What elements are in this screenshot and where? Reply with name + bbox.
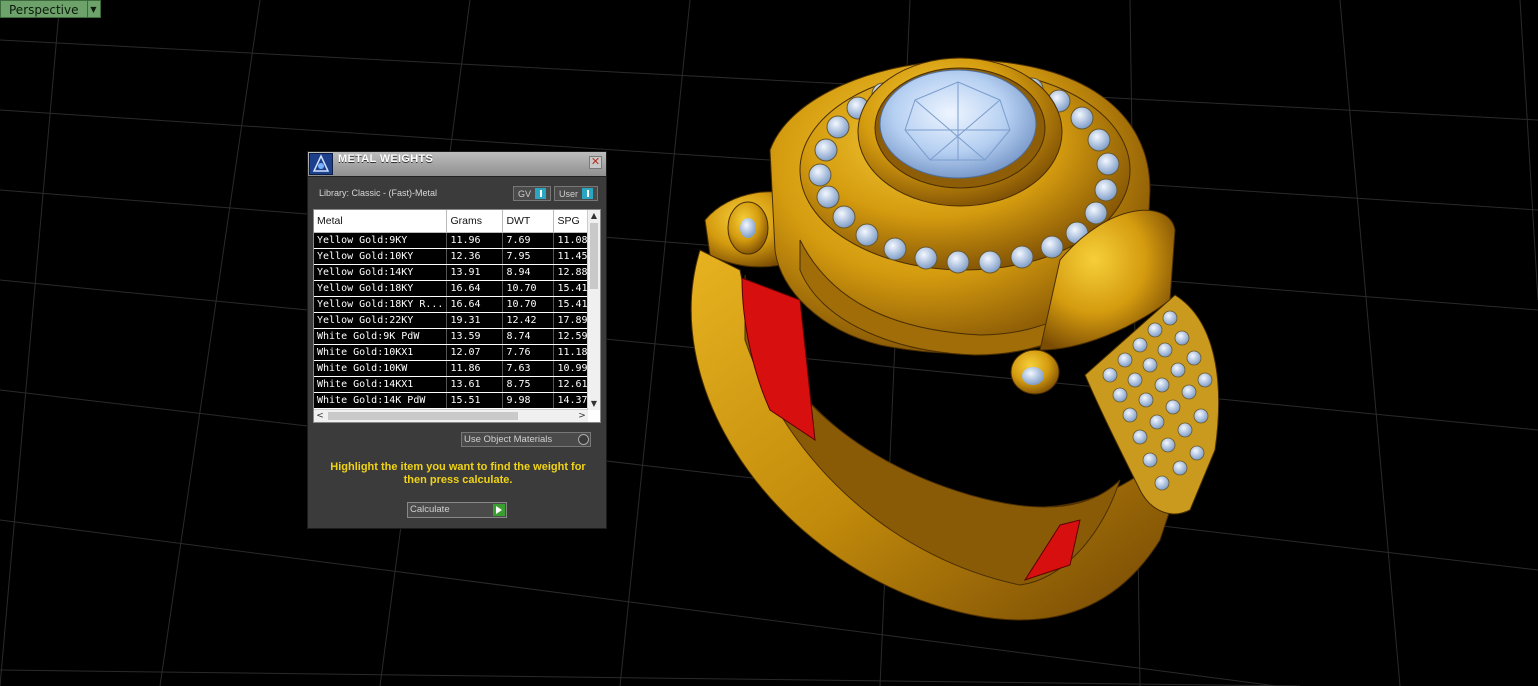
table-row[interactable]: Yellow Gold:9KY 11.96 7.69 11.08 [314, 232, 595, 249]
vertical-scrollbar[interactable]: ▲ ▼ [587, 210, 600, 410]
table-row[interactable]: Yellow Gold:18KY R... 16.64 10.70 15.41 [314, 296, 595, 313]
grams-cell: 11.96 [446, 232, 504, 249]
scroll-up-icon[interactable]: ▲ [588, 210, 600, 222]
grams-cell: 12.36 [446, 248, 504, 265]
grams-cell: 16.64 [446, 296, 504, 313]
table-row[interactable]: Yellow Gold:22KY 19.31 12.42 17.89 [314, 312, 595, 329]
metal-cell: Yellow Gold:18KY R... [314, 296, 448, 313]
toggle-on-icon[interactable] [582, 188, 594, 199]
play-arrow-icon[interactable] [493, 504, 505, 516]
column-header-grams[interactable]: Grams [446, 210, 504, 233]
ring-model[interactable] [690, 57, 1220, 621]
grams-cell: 15.51 [446, 392, 504, 409]
dwt-cell: 7.76 [502, 344, 555, 361]
grams-cell: 11.86 [446, 360, 504, 377]
use-object-materials-label: Use Object Materials [464, 434, 553, 445]
table-row[interactable]: White Gold:10KW 11.86 7.63 10.99 [314, 360, 595, 377]
close-icon: ✕ [590, 156, 601, 168]
gv-toggle[interactable]: GV [513, 186, 551, 201]
metal-cell: White Gold:14K PdW [314, 392, 448, 409]
scroll-left-icon[interactable]: < [314, 411, 326, 421]
table-row[interactable]: White Gold:14KX1 13.61 8.75 12.61 [314, 376, 595, 393]
close-button[interactable]: ✕ [589, 156, 602, 169]
column-header-dwt[interactable]: DWT [502, 210, 555, 233]
metal-weights-panel: METAL WEIGHTS ✕ Library: Classic - (Fast… [307, 151, 607, 529]
table-row[interactable]: White Gold:9K PdW 13.59 8.74 12.59 [314, 328, 595, 345]
dwt-cell: 8.75 [502, 376, 555, 393]
app-logo-icon [309, 153, 333, 175]
scroll-down-icon[interactable]: ▼ [588, 398, 600, 410]
table-row[interactable]: White Gold:10KX1 12.07 7.76 11.18 [314, 344, 595, 361]
gv-toggle-label: GV [518, 188, 532, 199]
table-row[interactable]: Yellow Gold:10KY 12.36 7.95 11.45 [314, 248, 595, 265]
column-header-metal[interactable]: Metal [314, 210, 448, 233]
user-toggle-label: User [559, 188, 579, 199]
metal-cell: Yellow Gold:14KY [314, 264, 448, 281]
use-object-materials-checkbox[interactable]: Use Object Materials [461, 432, 591, 447]
library-label: Library: Classic - (Fast)-Metal [319, 188, 438, 198]
metal-cell: Yellow Gold:18KY [314, 280, 448, 297]
metal-table[interactable]: Metal Grams DWT SPG Yellow Gold:9KY 11.96… [313, 209, 601, 423]
dwt-cell: 9.98 [502, 392, 555, 409]
dwt-cell: 8.94 [502, 264, 555, 281]
horizontal-scroll-thumb[interactable] [328, 412, 518, 420]
grams-cell: 19.31 [446, 312, 504, 329]
table-row[interactable]: White Gold:14K PdW 15.51 9.98 14.37 [314, 392, 595, 409]
grams-cell: 13.91 [446, 264, 504, 281]
calculate-label: Calculate [410, 504, 450, 515]
viewport-tab[interactable]: Perspective ▼ [0, 0, 101, 18]
dwt-cell: 7.95 [502, 248, 555, 265]
viewport-canvas[interactable] [0, 0, 1538, 686]
metal-cell: White Gold:10KW [314, 360, 448, 377]
panel-title-bar[interactable]: METAL WEIGHTS ✕ [308, 152, 606, 177]
dwt-cell: 7.69 [502, 232, 555, 249]
metal-cell: Yellow Gold:22KY [314, 312, 448, 329]
dwt-cell: 12.42 [502, 312, 555, 329]
dwt-cell: 10.70 [502, 296, 555, 313]
user-toggle[interactable]: User [554, 186, 598, 201]
dwt-cell: 10.70 [502, 280, 555, 297]
grams-cell: 12.07 [446, 344, 504, 361]
checkbox-icon[interactable] [578, 434, 589, 445]
horizontal-scrollbar[interactable]: < > [314, 409, 588, 422]
toggle-on-icon[interactable] [535, 188, 547, 199]
viewport-tab-label[interactable]: Perspective [1, 1, 87, 17]
table-row[interactable]: Yellow Gold:18KY 16.64 10.70 15.41 [314, 280, 595, 297]
grams-cell: 13.61 [446, 376, 504, 393]
metal-cell: White Gold:14KX1 [314, 376, 448, 393]
scroll-right-icon[interactable]: > [576, 411, 588, 421]
dwt-cell: 8.74 [502, 328, 555, 345]
metal-cell: White Gold:9K PdW [314, 328, 448, 345]
metal-cell: Yellow Gold:9KY [314, 232, 448, 249]
panel-title: METAL WEIGHTS [338, 153, 434, 165]
dwt-cell: 7.63 [502, 360, 555, 377]
vertical-scroll-thumb[interactable] [590, 223, 598, 289]
perspective-viewport[interactable]: Perspective ▼ [0, 0, 1538, 686]
table-header-row: Metal Grams DWT SPG [314, 210, 595, 233]
instruction-text: Highlight the item you want to find the … [330, 461, 586, 486]
chevron-down-icon[interactable]: ▼ [86, 1, 100, 17]
grams-cell: 16.64 [446, 280, 504, 297]
calculate-button[interactable]: Calculate [407, 502, 507, 518]
metal-cell: White Gold:10KX1 [314, 344, 448, 361]
table-row[interactable]: Yellow Gold:14KY 13.91 8.94 12.88 [314, 264, 595, 281]
metal-cell: Yellow Gold:10KY [314, 248, 448, 265]
grams-cell: 13.59 [446, 328, 504, 345]
